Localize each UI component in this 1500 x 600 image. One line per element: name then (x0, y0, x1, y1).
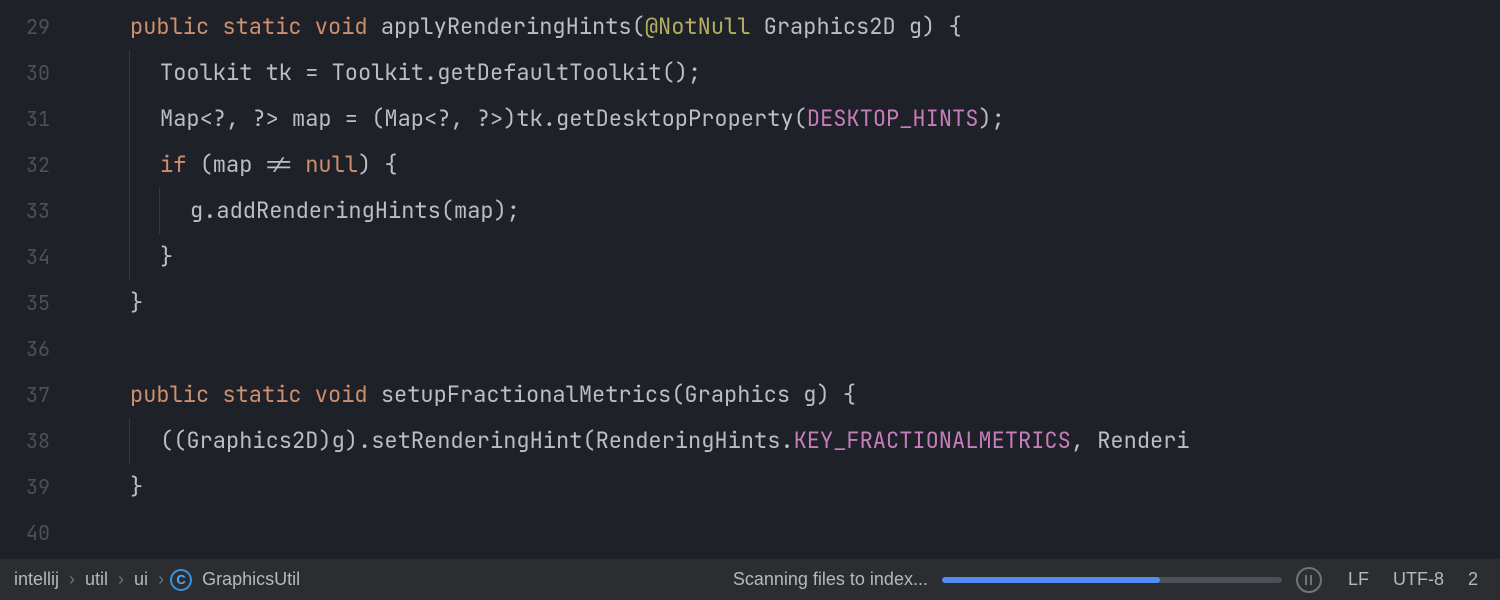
code-line[interactable]: g.addRenderingHints(map); (70, 188, 1500, 234)
code-line[interactable]: Map<?, ?> map = (Map<?, ?>)tk.getDesktop… (70, 96, 1500, 142)
breadcrumb-segment[interactable]: util (81, 569, 112, 590)
line-number: 38 (0, 418, 70, 464)
code-line[interactable]: } (70, 280, 1500, 326)
gutter: 293031323334353637383940 (0, 0, 70, 558)
line-number: 35 (0, 280, 70, 326)
line-number: 32 (0, 142, 70, 188)
code-line[interactable]: ((Graphics2D)g).setRenderingHint(Renderi… (70, 418, 1500, 464)
pause-icon[interactable] (1296, 567, 1322, 593)
line-ending-indicator[interactable]: LF (1336, 569, 1381, 590)
code-area[interactable]: public static void applyRenderingHints(@… (70, 0, 1500, 558)
breadcrumb-class[interactable]: GraphicsUtil (198, 569, 304, 590)
line-number: 40 (0, 510, 70, 556)
line-number: 33 (0, 188, 70, 234)
code-line[interactable]: Toolkit tk = Toolkit.getDefaultToolkit()… (70, 50, 1500, 96)
status-bar: intellij › util › ui › C GraphicsUtil Sc… (0, 558, 1500, 600)
line-number: 37 (0, 372, 70, 418)
breadcrumb-segment[interactable]: ui (130, 569, 152, 590)
code-line[interactable] (70, 510, 1500, 556)
chevron-right-icon: › (63, 569, 81, 590)
code-editor[interactable]: 293031323334353637383940 public static v… (0, 0, 1500, 558)
code-line[interactable] (70, 326, 1500, 372)
breadcrumb-segment[interactable]: intellij (10, 569, 63, 590)
code-line[interactable]: if (map != null) { (70, 142, 1500, 188)
line-number: 36 (0, 326, 70, 372)
code-line[interactable]: public static void setupFractionalMetric… (70, 372, 1500, 418)
chevron-right-icon: › (152, 569, 170, 590)
class-icon: C (170, 569, 192, 591)
progress-fill (942, 577, 1160, 583)
code-line[interactable]: public static void applyRenderingHints(@… (70, 4, 1500, 50)
code-line[interactable]: } (70, 234, 1500, 280)
line-number: 30 (0, 50, 70, 96)
encoding-indicator[interactable]: UTF-8 (1381, 569, 1456, 590)
line-number: 31 (0, 96, 70, 142)
line-number: 34 (0, 234, 70, 280)
line-number: 39 (0, 464, 70, 510)
progress-bar[interactable] (942, 577, 1282, 583)
status-number[interactable]: 2 (1456, 569, 1490, 590)
code-line[interactable]: } (70, 464, 1500, 510)
chevron-right-icon: › (112, 569, 130, 590)
line-number: 29 (0, 4, 70, 50)
progress-label: Scanning files to index... (733, 569, 942, 590)
